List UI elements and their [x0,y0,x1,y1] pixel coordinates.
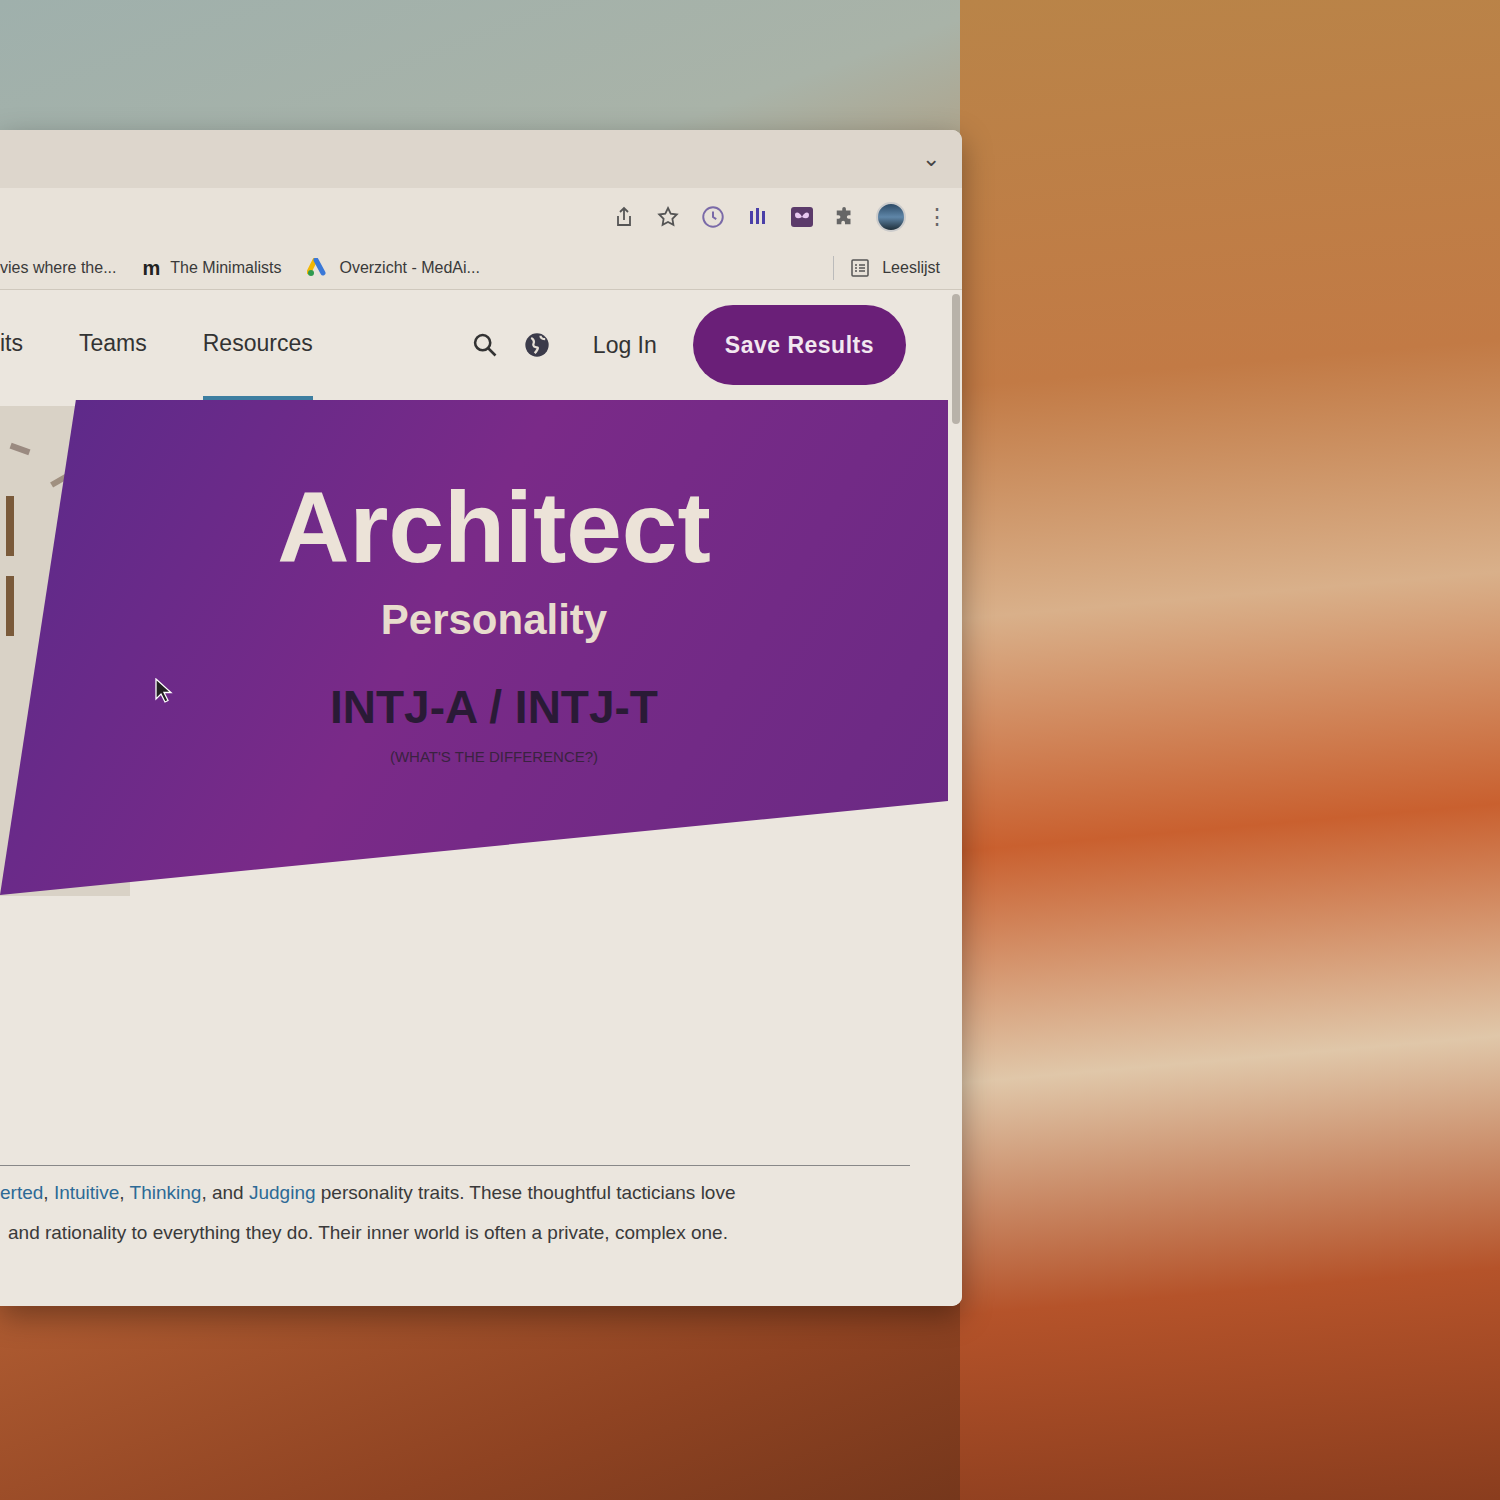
bookmark[interactable]: Overzicht - MedAi... [307,256,479,280]
personality-types: INTJ-A / INTJ-T [330,673,658,742]
nav-label: Teams [79,326,147,361]
intro-paragraph: erted, Intuitive, Thinking, and Judging … [0,1166,910,1246]
nav-label: its [0,326,23,361]
reading-list-icon [850,258,870,278]
trait-link[interactable]: erted [0,1182,43,1203]
star-icon[interactable] [656,205,680,229]
profile-avatar[interactable] [876,202,906,232]
trait-link[interactable]: Thinking [130,1182,202,1203]
hero-subtitle: Personality [381,588,607,651]
bookmark-list: vies where the... m The Minimalists Overzic… [0,253,480,283]
bookmark-label: Overzicht - MedAi... [339,256,479,280]
bars-extension-icon[interactable] [746,205,770,229]
hero-title: Architect [277,472,710,582]
tab-strip: ⌄ [0,130,962,188]
intro-line: erted, Intuitive, Thinking, and Judging … [0,1180,910,1206]
trait-link[interactable]: Intuitive [54,1182,119,1203]
clock-icon[interactable] [700,204,726,230]
intro-text: and rationality to everything they do. T… [8,1222,728,1243]
intro-text: personality traits. These thoughtful tac… [316,1182,736,1203]
globe-icon[interactable] [523,331,551,359]
bookmarks-bar: vies where the... m The Minimalists Overzic… [0,246,962,290]
intro-section: erted, Intuitive, Thinking, and Judging … [0,1165,910,1246]
intro-text: , [119,1182,129,1203]
nav-item[interactable]: Teams [79,290,147,400]
reading-list[interactable]: Leeslijst [833,256,940,280]
bookmark[interactable]: vies where the... [0,256,117,280]
search-icon[interactable] [471,331,499,359]
site-nav: its Teams Resources Log In Save Results [0,290,962,400]
bookmark-label: The Minimalists [170,256,281,280]
reading-list-label: Leeslijst [882,256,940,280]
intro-text: , and [201,1182,249,1203]
scrollbar-thumb[interactable] [952,294,960,424]
cursor-icon [155,678,173,704]
puzzle-icon[interactable] [834,206,856,228]
bookmark-label: vies where the... [0,256,117,280]
bookmark[interactable]: m The Minimalists [143,253,282,283]
save-results-button[interactable]: Save Results [693,305,906,385]
share-icon[interactable] [612,205,636,229]
hero: Architect Personality INTJ-A / INTJ-T (W… [0,400,948,895]
hero-text: Architect Personality INTJ-A / INTJ-T (W… [0,400,948,769]
web-page: its Teams Resources Log In Save Results Ar… [0,290,962,1306]
desktop: ⌄ ⋮ vies where the... m The Minimalists Ove… [0,0,1500,1500]
bookmark-logo: m [143,253,161,283]
toolbar: ⋮ [0,188,962,246]
browser-menu-button[interactable]: ⋮ [926,206,940,228]
nav-label: Resources [203,326,313,361]
login-link[interactable]: Log In [593,328,657,363]
trait-link[interactable]: Judging [249,1182,316,1203]
browser-window: ⌄ ⋮ vies where the... m The Minimalists Ove… [0,130,962,1306]
ads-logo-icon [307,258,329,278]
tab-search-button[interactable]: ⌄ [922,148,940,170]
intro-text: , [43,1182,54,1203]
nav-item[interactable]: Resources [203,290,313,400]
wallpaper-rock [960,0,1500,1500]
difference-link[interactable]: (WHAT'S THE DIFFERENCE?) [390,746,598,769]
butterfly-extension-icon[interactable] [790,205,814,229]
nav-item[interactable]: its [0,290,23,400]
intro-line: and rationality to everything they do. T… [0,1220,910,1246]
nav-list: its Teams Resources [0,290,313,400]
